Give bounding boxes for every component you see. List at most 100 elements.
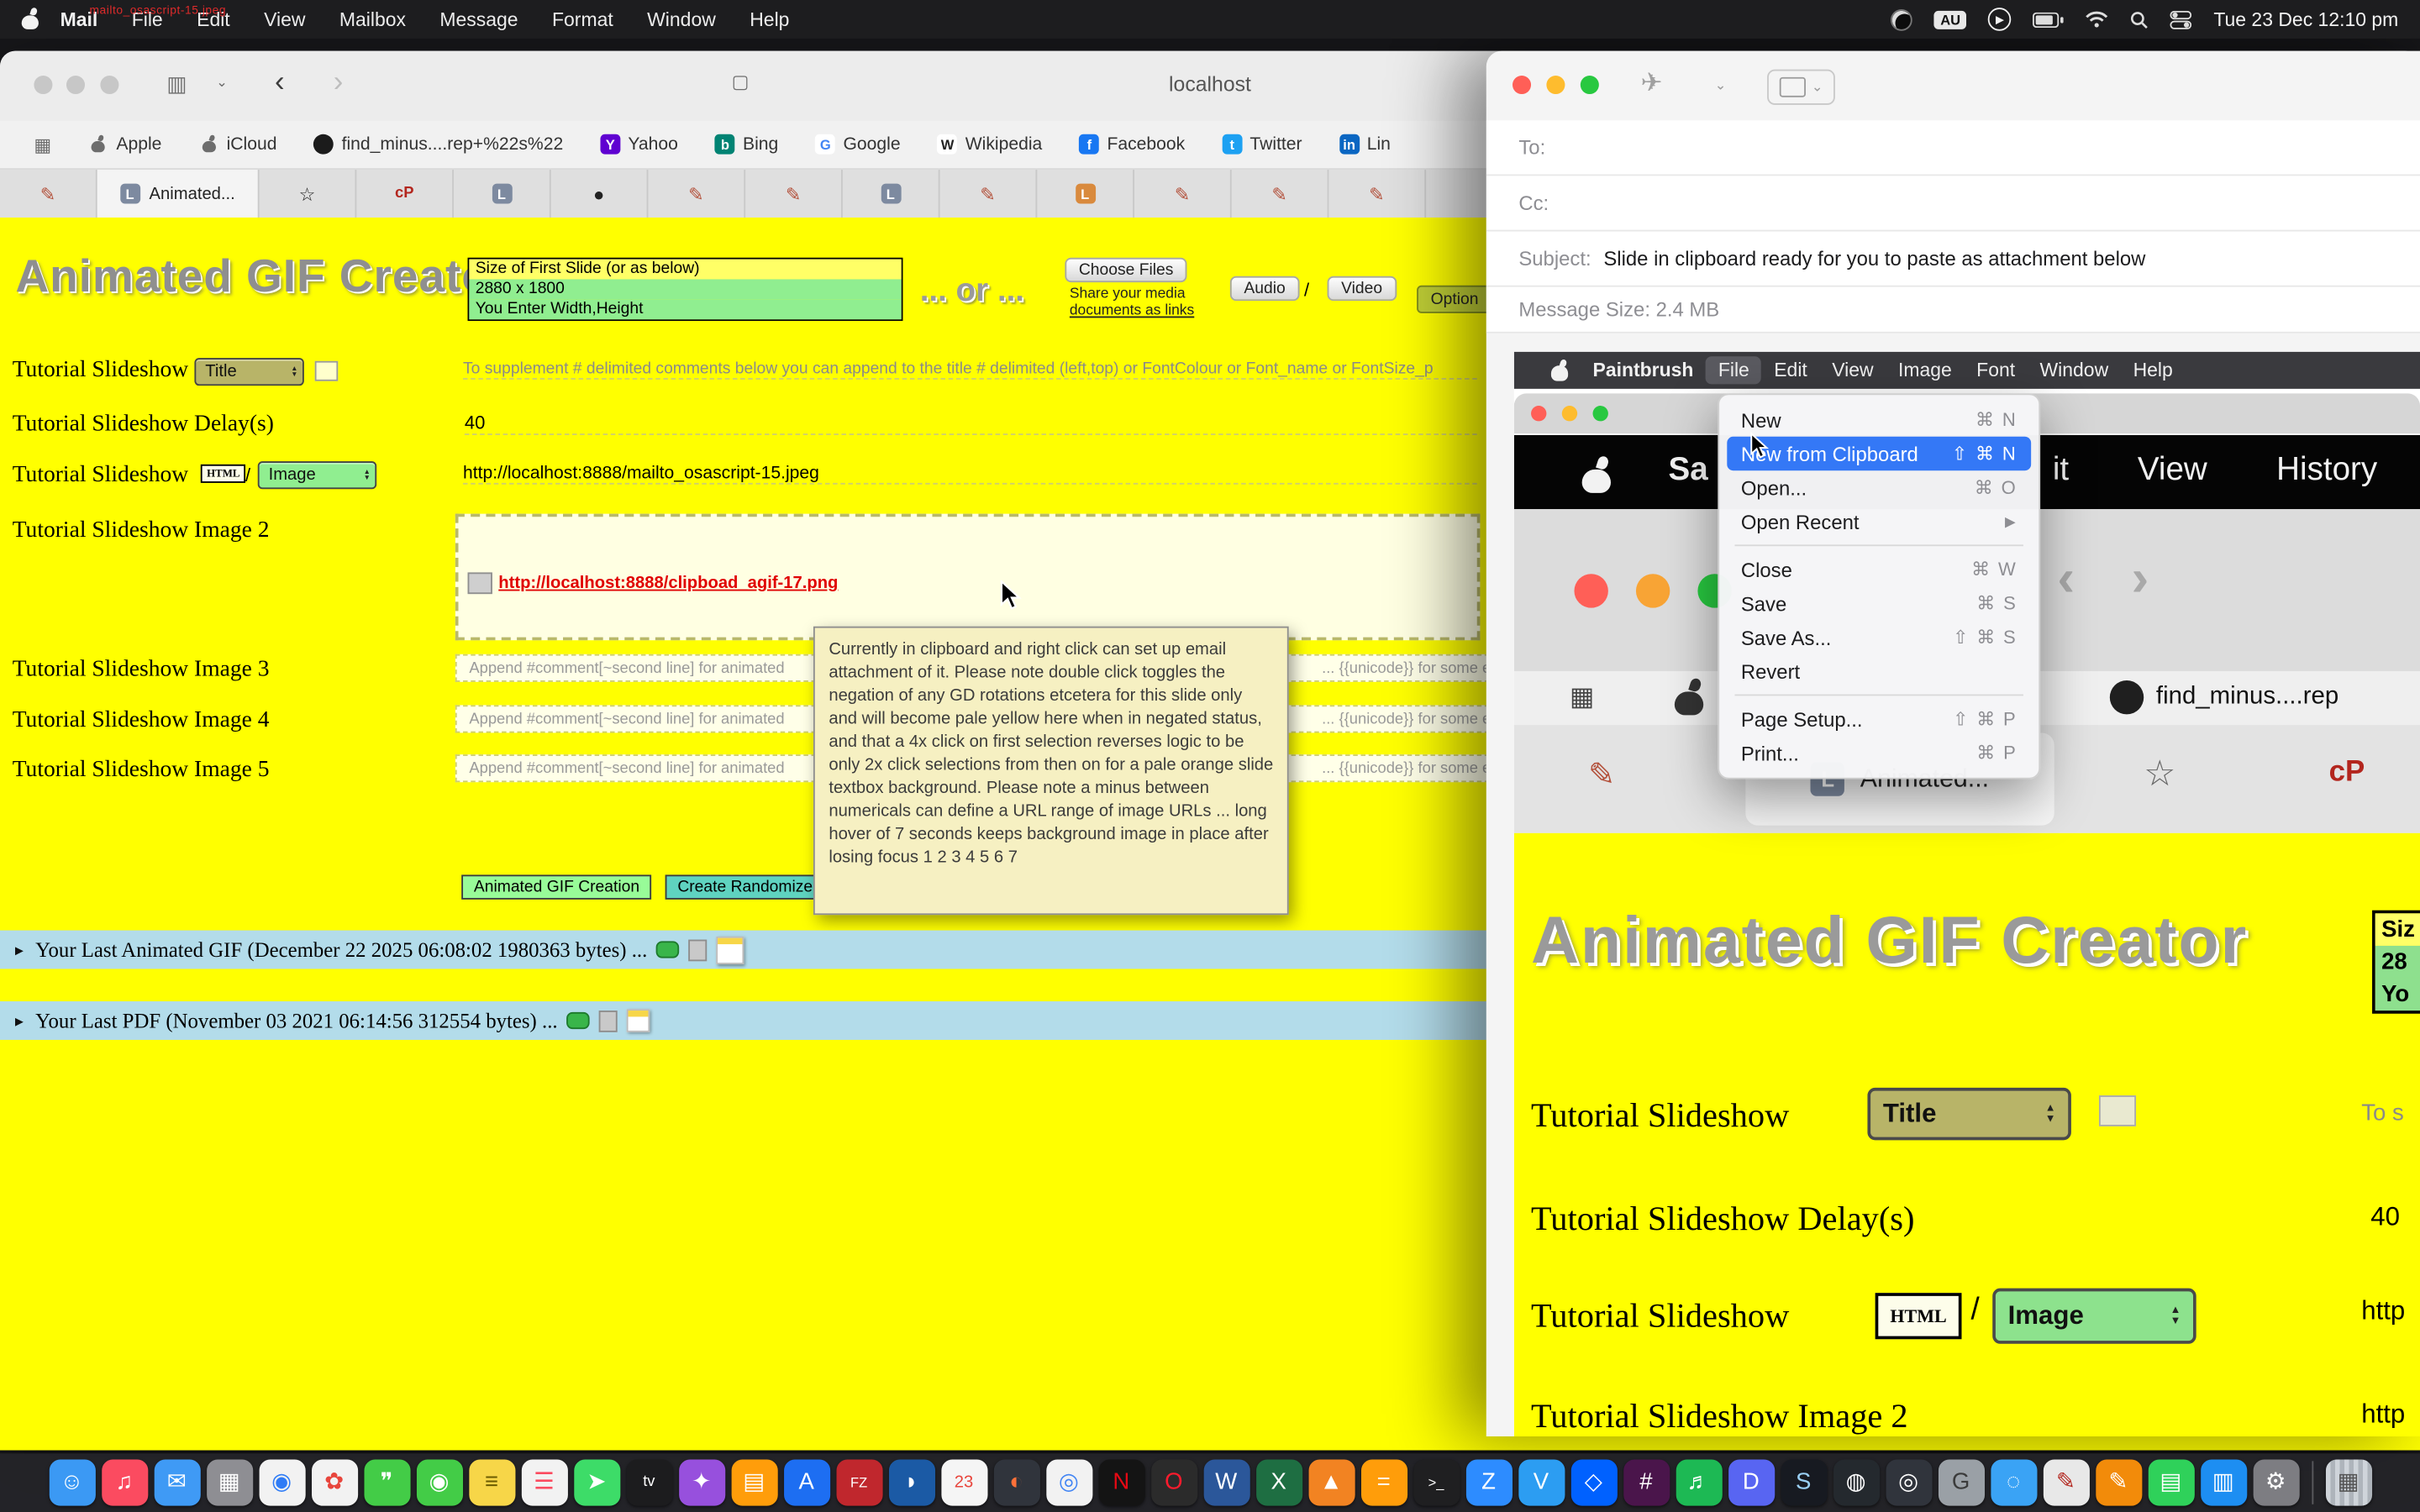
choose-files-button[interactable]: Choose Files xyxy=(1065,258,1187,282)
animated-gif-creation-button[interactable]: Animated GIF Creation xyxy=(461,874,652,899)
dock-thunderbird[interactable]: ◗ xyxy=(888,1460,934,1506)
bookmark-yahoo[interactable]: YYahoo xyxy=(600,134,678,155)
dock-terminal[interactable]: >_ xyxy=(1413,1460,1460,1506)
minimize-button[interactable] xyxy=(1546,76,1565,94)
paintbrush-menu-edit[interactable]: Edit xyxy=(1774,360,1807,381)
browser-tab[interactable]: ✎ xyxy=(1328,170,1426,218)
dock-music[interactable]: ♫ xyxy=(101,1460,147,1506)
notes-icon[interactable] xyxy=(717,936,744,963)
dock-discord[interactable]: D xyxy=(1728,1460,1774,1506)
wifi-icon[interactable] xyxy=(2086,11,2109,28)
menubar-item-mailbox[interactable]: Mailbox xyxy=(339,8,406,30)
dock-steam[interactable]: S xyxy=(1781,1460,1827,1506)
browser-tab[interactable]: ☆ xyxy=(260,170,357,218)
dock-facetime[interactable]: ◉ xyxy=(416,1460,462,1506)
bookmark-lin[interactable]: inLin xyxy=(1339,134,1391,155)
file-menu-print[interactable]: Print...⌘ P xyxy=(1727,736,2031,769)
file-menu-open-recent[interactable]: Open Recent▶ xyxy=(1727,505,2031,538)
menubar-item-help[interactable]: Help xyxy=(750,8,789,30)
file-menu-new[interactable]: New⌘ N xyxy=(1727,402,2031,436)
dock-podcasts[interactable]: ✦ xyxy=(678,1460,724,1506)
dock-paintbrush[interactable]: ✎ xyxy=(2043,1460,2089,1506)
minimize-button[interactable] xyxy=(1562,406,1577,421)
dock-pages[interactable]: ✎ xyxy=(2095,1460,2141,1506)
tab-animated[interactable]: LAnimated... xyxy=(97,170,260,218)
paintbrush-menu-help[interactable]: Help xyxy=(2133,360,2173,381)
doc-icon[interactable] xyxy=(599,1010,618,1032)
dock-launchpad[interactable]: ▦ xyxy=(206,1460,252,1506)
bookmark-apple[interactable]: Apple xyxy=(88,134,161,155)
dock-slack[interactable]: # xyxy=(1623,1460,1669,1506)
dock-excel[interactable]: X xyxy=(1255,1460,1302,1506)
gif-badge-icon[interactable] xyxy=(656,941,680,958)
browser-tab[interactable]: L xyxy=(843,170,940,218)
dock-calculator[interactable]: = xyxy=(1360,1460,1407,1506)
browser-tab[interactable]: ✎ xyxy=(745,170,843,218)
image2-url-link[interactable]: http://localhost:8888/clipboad_agif-17.p… xyxy=(498,574,838,592)
paintbrush-menu-font[interactable]: Font xyxy=(1976,360,2015,381)
subject-field[interactable]: Subject: Slide in clipboard ready for yo… xyxy=(1486,232,2420,287)
menubar-item-message[interactable]: Message xyxy=(439,8,518,30)
menubar-item-window[interactable]: Window xyxy=(647,8,716,30)
file-menu-open[interactable]: Open...⌘ O xyxy=(1727,470,2031,504)
disclosure-triangle-icon[interactable]: ► xyxy=(13,1013,26,1028)
browser-tab[interactable]: ✎ xyxy=(940,170,1038,218)
play-icon[interactable]: ▶ xyxy=(1988,8,2012,31)
disclosure-triangle-icon[interactable]: ► xyxy=(13,942,26,957)
bookmark-twitter[interactable]: tTwitter xyxy=(1222,134,1302,155)
image2-dropzone[interactable]: http://localhost:8888/clipboad_agif-17.p… xyxy=(455,514,1481,641)
browser-tab[interactable]: ✎ xyxy=(1232,170,1329,218)
control-center-icon[interactable] xyxy=(2170,10,2192,29)
send-icon[interactable]: ✈ xyxy=(1640,68,1662,99)
dock-spotify[interactable]: ♬ xyxy=(1676,1460,1722,1506)
paintbrush-menu-window[interactable]: Window xyxy=(2040,360,2109,381)
paintbrush-menu-image[interactable]: Image xyxy=(1898,360,1952,381)
dock-chrome[interactable]: ◎ xyxy=(1045,1460,1092,1506)
dock-photos[interactable]: ✿ xyxy=(311,1460,357,1506)
bookmark-wikipedia[interactable]: WWikipedia xyxy=(938,134,1043,155)
bookmark-google[interactable]: GGoogle xyxy=(815,134,900,155)
menu-extra-icon[interactable] xyxy=(1891,8,1912,30)
file-menu-page-setup[interactable]: Page Setup...⇧ ⌘ P xyxy=(1727,702,2031,736)
last-gif-bar[interactable]: ► Your Last Animated GIF (December 22 20… xyxy=(0,931,1491,969)
send-chevron-icon[interactable]: ⌄ xyxy=(1715,77,1727,94)
dock-settings[interactable]: ⚙ xyxy=(2253,1460,2299,1506)
menubar-item-format[interactable]: Format xyxy=(552,8,613,30)
to-field[interactable]: To: xyxy=(1486,120,2420,176)
dock-filezilla[interactable]: FZ xyxy=(836,1460,882,1506)
dock-zoom[interactable]: Z xyxy=(1465,1460,1512,1506)
file-menu-save-as[interactable]: Save As...⇧ ⌘ S xyxy=(1727,620,2031,654)
bookmark-bing[interactable]: bBing xyxy=(715,134,778,155)
format-button[interactable]: ⌄ xyxy=(1767,70,1835,105)
close-button[interactable] xyxy=(1512,76,1531,94)
dock-preview[interactable]: ◌ xyxy=(1990,1460,2036,1506)
input-source-indicator[interactable]: AU xyxy=(1934,10,1967,29)
paintbrush-menu-file[interactable]: File xyxy=(1706,356,1761,384)
doc-icon[interactable] xyxy=(689,939,708,961)
dock-maps[interactable]: ➤ xyxy=(573,1460,619,1506)
search-icon[interactable] xyxy=(2130,10,2149,29)
html-chip-button[interactable]: HTML xyxy=(201,465,246,483)
dock-github[interactable]: ◍ xyxy=(1833,1460,1879,1506)
dock-vlc[interactable]: ▲ xyxy=(1308,1460,1355,1506)
apple-logo-icon[interactable] xyxy=(1551,360,1568,381)
dock-vscode[interactable]: V xyxy=(1518,1460,1564,1506)
browser-tab[interactable]: L xyxy=(1037,170,1134,218)
browser-tab[interactable]: ● xyxy=(551,170,649,218)
dock-tv[interactable]: tv xyxy=(626,1460,672,1506)
browser-tab[interactable]: ✎ xyxy=(0,170,97,218)
pdf-badge-icon[interactable] xyxy=(567,1012,591,1029)
browser-tab[interactable]: L xyxy=(454,170,551,218)
dock-finder[interactable]: ☺ xyxy=(49,1460,95,1506)
dock-obs[interactable]: ◎ xyxy=(1886,1460,1932,1506)
dock-messages[interactable]: ❞ xyxy=(364,1460,410,1506)
dock-safari[interactable]: ◉ xyxy=(259,1460,305,1506)
dock-netflix[interactable]: N xyxy=(1098,1460,1144,1506)
close-button[interactable] xyxy=(1531,406,1546,421)
browser-tab[interactable]: ✎ xyxy=(1134,170,1232,218)
attachment-screenshot[interactable]: Paintbrush FileEditViewImageFontWindowHe… xyxy=(1514,352,2420,1436)
bookmark-icloud[interactable]: iCloud xyxy=(199,134,277,155)
apple-menu-icon[interactable] xyxy=(22,9,39,29)
notes-icon[interactable] xyxy=(627,1009,650,1032)
file-menu-close[interactable]: Close⌘ W xyxy=(1727,553,2031,586)
